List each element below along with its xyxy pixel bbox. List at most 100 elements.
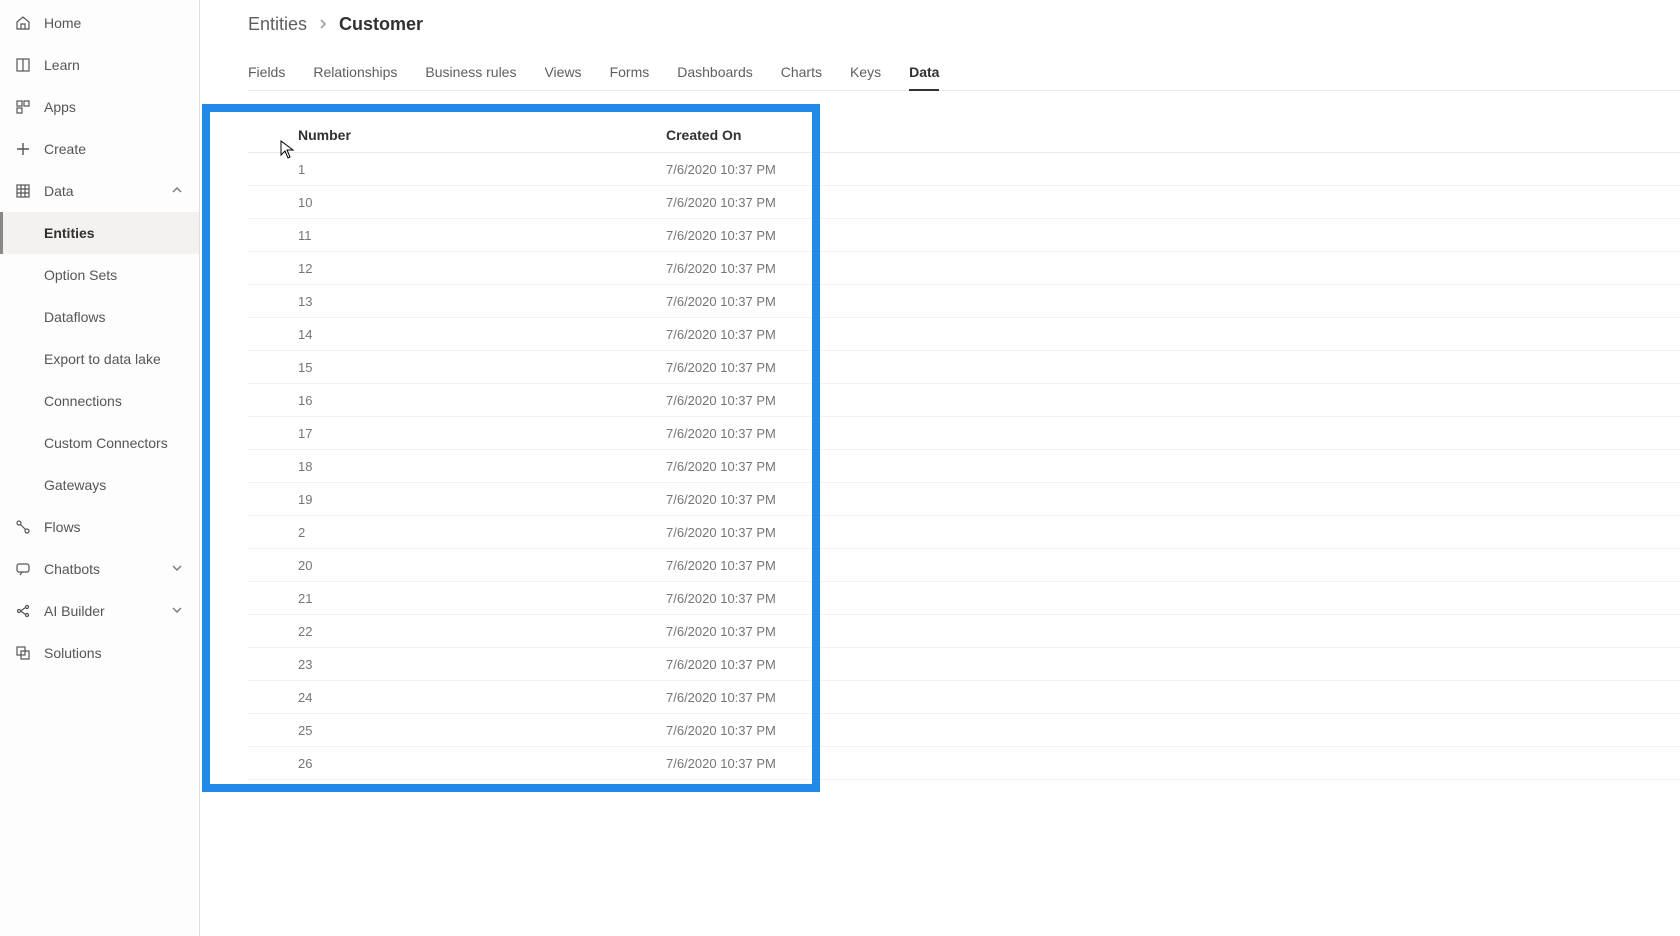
table-row[interactable]: 227/6/2020 10:37 PM: [248, 615, 1680, 648]
cell-number: 19: [248, 492, 666, 507]
sidebar-item-custom-connectors[interactable]: Custom Connectors: [0, 422, 199, 464]
sidebar-item-home[interactable]: Home: [0, 2, 199, 44]
sidebar-item-label: Apps: [44, 99, 185, 115]
cell-number: 1: [248, 162, 666, 177]
sidebar-item-connections[interactable]: Connections: [0, 380, 199, 422]
sidebar-item-learn[interactable]: Learn: [0, 44, 199, 86]
cell-number: 24: [248, 690, 666, 705]
sidebar-item-ai-builder[interactable]: AI Builder: [0, 590, 199, 632]
tab-relationships[interactable]: Relationships: [313, 56, 397, 90]
breadcrumb-parent[interactable]: Entities: [248, 14, 307, 35]
tab-charts[interactable]: Charts: [781, 56, 822, 90]
chevron-up-icon: [171, 184, 185, 198]
sidebar-item-export-data-lake[interactable]: Export to data lake: [0, 338, 199, 380]
tab-dashboards[interactable]: Dashboards: [677, 56, 753, 90]
cell-created-on: 7/6/2020 10:37 PM: [666, 195, 966, 210]
ai-icon: [14, 602, 32, 620]
cell-created-on: 7/6/2020 10:37 PM: [666, 492, 966, 507]
sidebar-item-label: Export to data lake: [44, 351, 161, 367]
cell-created-on: 7/6/2020 10:37 PM: [666, 426, 966, 441]
book-icon: [14, 56, 32, 74]
table-row[interactable]: 17/6/2020 10:37 PM: [248, 153, 1680, 186]
cell-number: 18: [248, 459, 666, 474]
table-row[interactable]: 207/6/2020 10:37 PM: [248, 549, 1680, 582]
sidebar-item-flows[interactable]: Flows: [0, 506, 199, 548]
table-row[interactable]: 177/6/2020 10:37 PM: [248, 417, 1680, 450]
chevron-down-icon: [171, 562, 185, 576]
table-row[interactable]: 147/6/2020 10:37 PM: [248, 318, 1680, 351]
sidebar-item-dataflows[interactable]: Dataflows: [0, 296, 199, 338]
sidebar-item-label: Entities: [44, 225, 95, 241]
sidebar-item-label: Chatbots: [44, 561, 171, 577]
sidebar-item-solutions[interactable]: Solutions: [0, 632, 199, 674]
table-row[interactable]: 217/6/2020 10:37 PM: [248, 582, 1680, 615]
table-row[interactable]: 127/6/2020 10:37 PM: [248, 252, 1680, 285]
table-row[interactable]: 167/6/2020 10:37 PM: [248, 384, 1680, 417]
cell-number: 22: [248, 624, 666, 639]
sidebar-item-data[interactable]: Data: [0, 170, 199, 212]
column-header-number[interactable]: Number: [248, 127, 666, 143]
sidebar-item-apps[interactable]: Apps: [0, 86, 199, 128]
tab-data[interactable]: Data: [909, 56, 939, 90]
cell-number: 11: [248, 228, 666, 243]
sidebar-item-label: Gateways: [44, 477, 106, 493]
home-icon: [14, 14, 32, 32]
sidebar-item-label: Flows: [44, 519, 185, 535]
cell-number: 21: [248, 591, 666, 606]
cell-created-on: 7/6/2020 10:37 PM: [666, 327, 966, 342]
table-row[interactable]: 107/6/2020 10:37 PM: [248, 186, 1680, 219]
sidebar-item-label: Create: [44, 141, 185, 157]
cell-created-on: 7/6/2020 10:37 PM: [666, 228, 966, 243]
cell-number: 10: [248, 195, 666, 210]
cell-number: 15: [248, 360, 666, 375]
table-row[interactable]: 137/6/2020 10:37 PM: [248, 285, 1680, 318]
cell-number: 26: [248, 756, 666, 771]
solutions-icon: [14, 644, 32, 662]
cell-number: 20: [248, 558, 666, 573]
cell-created-on: 7/6/2020 10:37 PM: [666, 459, 966, 474]
table-row[interactable]: 197/6/2020 10:37 PM: [248, 483, 1680, 516]
sidebar-item-chatbots[interactable]: Chatbots: [0, 548, 199, 590]
cell-created-on: 7/6/2020 10:37 PM: [666, 756, 966, 771]
table-row[interactable]: 267/6/2020 10:37 PM: [248, 747, 1680, 780]
sidebar-item-label: Learn: [44, 57, 185, 73]
tab-forms[interactable]: Forms: [610, 56, 650, 90]
cell-created-on: 7/6/2020 10:37 PM: [666, 294, 966, 309]
sidebar-item-label: Dataflows: [44, 309, 105, 325]
table-row[interactable]: 247/6/2020 10:37 PM: [248, 681, 1680, 714]
cell-number: 16: [248, 393, 666, 408]
sidebar-item-option-sets[interactable]: Option Sets: [0, 254, 199, 296]
sidebar-item-label: AI Builder: [44, 603, 171, 619]
sidebar-item-label: Custom Connectors: [44, 435, 168, 451]
flow-icon: [14, 518, 32, 536]
tab-views[interactable]: Views: [544, 56, 581, 90]
cell-number: 23: [248, 657, 666, 672]
table-row[interactable]: 237/6/2020 10:37 PM: [248, 648, 1680, 681]
sidebar: Home Learn Apps Create Data Entities Opt…: [0, 0, 200, 936]
main-content: Entities Customer Fields Relationships B…: [200, 0, 1680, 936]
sidebar-item-entities[interactable]: Entities: [0, 212, 199, 254]
cell-created-on: 7/6/2020 10:37 PM: [666, 525, 966, 540]
breadcrumb: Entities Customer: [248, 10, 1680, 38]
tab-fields[interactable]: Fields: [248, 56, 285, 90]
sidebar-item-gateways[interactable]: Gateways: [0, 464, 199, 506]
table-body: 17/6/2020 10:37 PM107/6/2020 10:37 PM117…: [248, 153, 1680, 780]
tab-keys[interactable]: Keys: [850, 56, 881, 90]
sidebar-item-create[interactable]: Create: [0, 128, 199, 170]
cell-created-on: 7/6/2020 10:37 PM: [666, 261, 966, 276]
table-row[interactable]: 157/6/2020 10:37 PM: [248, 351, 1680, 384]
cell-created-on: 7/6/2020 10:37 PM: [666, 624, 966, 639]
chat-icon: [14, 560, 32, 578]
breadcrumb-current: Customer: [339, 14, 423, 35]
cell-created-on: 7/6/2020 10:37 PM: [666, 657, 966, 672]
table-row[interactable]: 187/6/2020 10:37 PM: [248, 450, 1680, 483]
table-row[interactable]: 257/6/2020 10:37 PM: [248, 714, 1680, 747]
tab-business-rules[interactable]: Business rules: [425, 56, 516, 90]
table-row[interactable]: 117/6/2020 10:37 PM: [248, 219, 1680, 252]
table-row[interactable]: 27/6/2020 10:37 PM: [248, 516, 1680, 549]
cell-created-on: 7/6/2020 10:37 PM: [666, 393, 966, 408]
cell-created-on: 7/6/2020 10:37 PM: [666, 723, 966, 738]
column-header-created-on[interactable]: Created On: [666, 127, 966, 143]
cell-number: 17: [248, 426, 666, 441]
cell-number: 14: [248, 327, 666, 342]
